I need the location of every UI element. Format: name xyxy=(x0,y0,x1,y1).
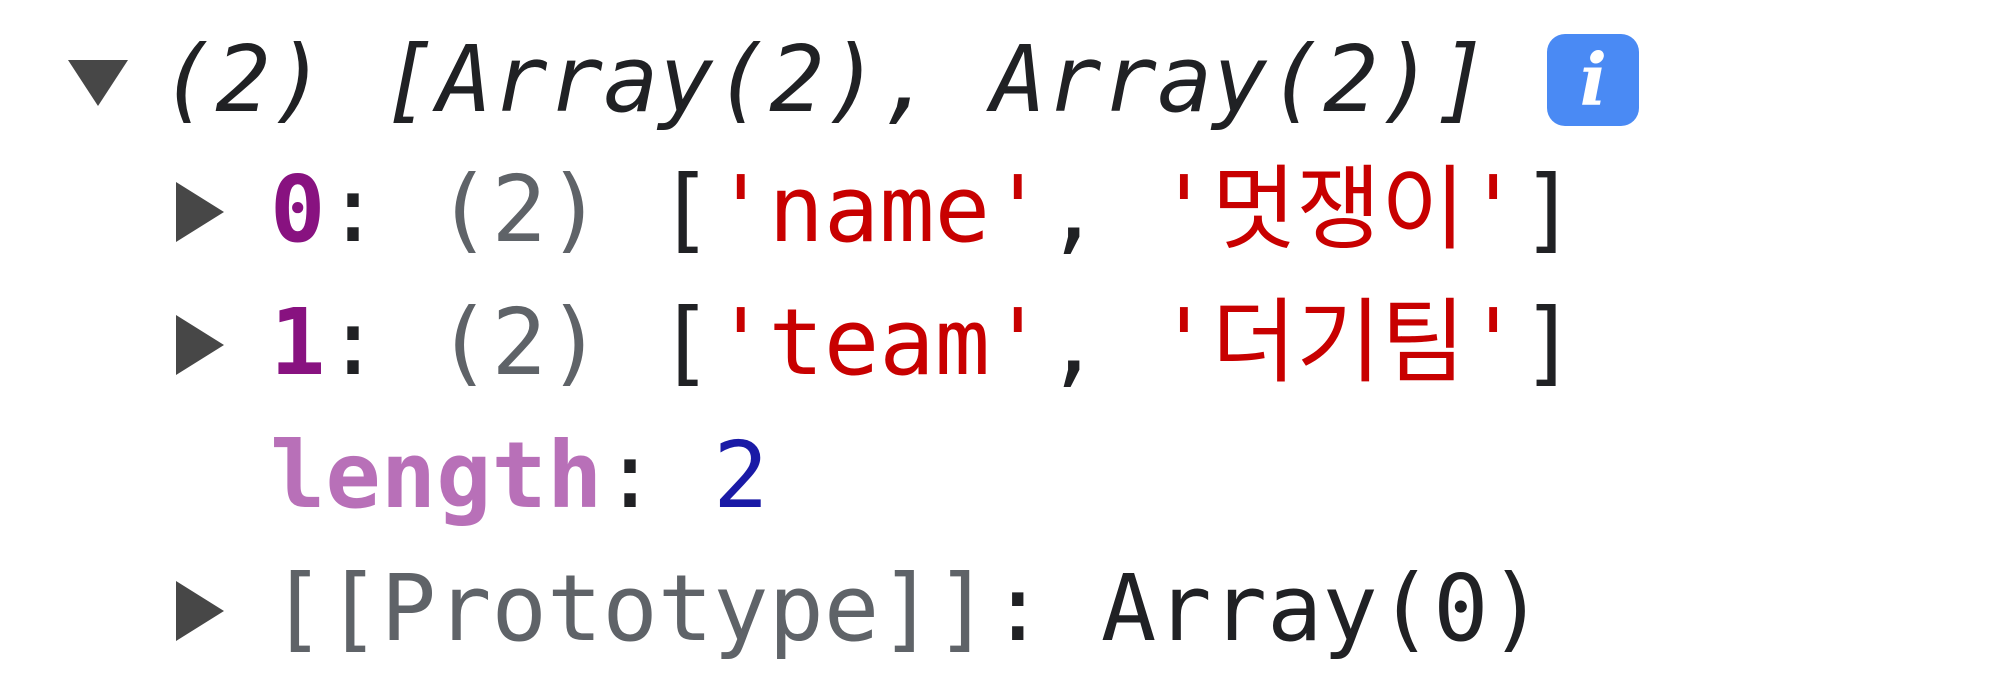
expand-triangle-right-icon[interactable] xyxy=(170,569,270,649)
prototype-value: Array(0) xyxy=(1100,555,1544,662)
expand-triangle-right-icon[interactable] xyxy=(170,303,270,383)
entry-separator: : xyxy=(325,289,437,396)
entry-index: 1 xyxy=(270,289,326,396)
prototype-key: [[Prototype]] xyxy=(270,555,991,662)
array-entry-0[interactable]: 0 : (2) [ 'name' , '멋쟁이' ] xyxy=(170,150,1576,270)
entry-open-bracket: [ xyxy=(602,289,714,396)
array-entry-1[interactable]: 1 : (2) [ 'team' , '더기팀' ] xyxy=(170,283,1576,403)
entry-open-bracket: [ xyxy=(602,156,714,263)
prototype-separator: : xyxy=(990,555,1101,662)
length-separator: : xyxy=(602,422,714,529)
array-header-row[interactable]: (2) [Array(2), Array(2)] i xyxy=(60,20,1640,140)
length-row: length : 2 xyxy=(270,416,769,536)
entry-count: (2) xyxy=(436,156,603,263)
info-icon[interactable]: i xyxy=(1547,34,1640,126)
entry-string-2: '멋쟁이' xyxy=(1156,156,1521,263)
entry-string-2: '더기팀' xyxy=(1156,289,1521,396)
expand-triangle-down-icon[interactable] xyxy=(60,40,160,120)
length-value: 2 xyxy=(713,422,769,529)
entry-index: 0 xyxy=(270,156,326,263)
console-output: (2) [Array(2), Array(2)] i 0 : (2) [ 'na… xyxy=(0,0,2000,697)
entry-separator: : xyxy=(325,156,437,263)
array-summary: (2) [Array(2), Array(2)] xyxy=(160,26,1490,133)
entry-close-bracket: ] xyxy=(1520,156,1577,263)
entry-comma: , xyxy=(1045,156,1157,263)
entry-comma: , xyxy=(1045,289,1157,396)
length-key: length xyxy=(270,422,603,529)
entry-string-1: 'team' xyxy=(713,289,1046,396)
prototype-row[interactable]: [[Prototype]] : Array(0) xyxy=(170,549,1544,669)
expand-triangle-right-icon[interactable] xyxy=(170,170,270,250)
entry-string-1: 'name' xyxy=(713,156,1046,263)
entry-close-bracket: ] xyxy=(1520,289,1577,396)
entry-count: (2) xyxy=(436,289,603,396)
